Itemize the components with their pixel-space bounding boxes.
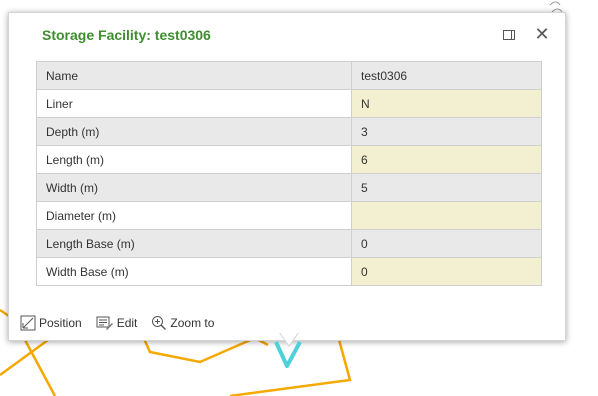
table-row: Depth (m) 3	[36, 117, 542, 146]
attribute-value-editable[interactable]	[351, 201, 542, 230]
attribute-name: Length Base (m)	[36, 229, 352, 258]
attribute-name: Name	[36, 61, 352, 90]
table-row: Length (m) 6	[36, 145, 542, 174]
edit-label: Edit	[116, 316, 138, 330]
attribute-value-editable[interactable]: 6	[351, 145, 542, 174]
attribute-value: 0	[351, 229, 542, 258]
attribute-name: Width Base (m)	[36, 257, 352, 286]
zoom-to-button[interactable]: Zoom to	[151, 315, 214, 331]
attributes-table: Name test0306 Liner N Depth (m) 3 Length…	[36, 61, 542, 286]
popup-actions: Position Edit Zoom to	[20, 315, 228, 331]
position-label: Position	[39, 316, 82, 330]
table-row: Diameter (m)	[36, 201, 542, 230]
dock-icon[interactable]	[503, 30, 515, 40]
close-icon[interactable]: ✕	[534, 25, 550, 43]
table-row: Name test0306	[36, 61, 542, 90]
attribute-name: Depth (m)	[36, 117, 352, 146]
attribute-name: Liner	[36, 89, 352, 118]
attribute-name: Diameter (m)	[36, 201, 352, 230]
table-row: Length Base (m) 0	[36, 229, 542, 258]
attribute-value: 3	[351, 117, 542, 146]
table-row: Liner N	[36, 89, 542, 118]
table-row: Width Base (m) 0	[36, 257, 542, 286]
popup-title: Storage Facility: test0306	[42, 27, 211, 43]
position-button[interactable]: Position	[20, 315, 82, 331]
attribute-name: Length (m)	[36, 145, 352, 174]
zoom-to-label: Zoom to	[170, 316, 215, 330]
attribute-value: 5	[351, 173, 542, 202]
attribute-value-editable[interactable]: 0	[351, 257, 542, 286]
feature-popup: Storage Facility: test0306 ✕ Name test03…	[8, 12, 566, 341]
position-icon	[20, 315, 36, 331]
attribute-value: test0306	[351, 61, 542, 90]
attribute-value-editable[interactable]: N	[351, 89, 542, 118]
edit-button[interactable]: Edit	[96, 315, 138, 331]
zoom-in-icon	[152, 316, 167, 330]
feature-marker-icon[interactable]	[272, 332, 306, 372]
attribute-name: Width (m)	[36, 173, 352, 202]
table-row: Width (m) 5	[36, 173, 542, 202]
edit-icon	[96, 316, 113, 330]
